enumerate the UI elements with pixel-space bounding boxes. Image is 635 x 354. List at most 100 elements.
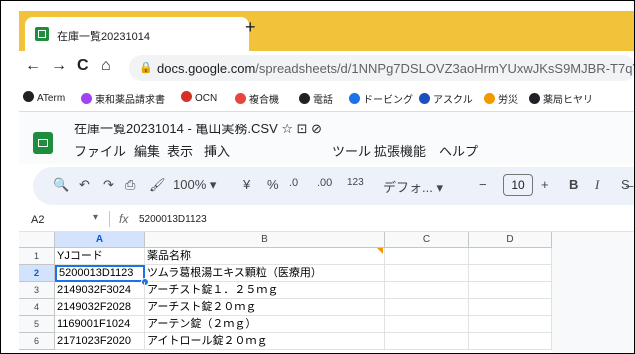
- formula-bar: A2 ▾ fx 5200013D1123: [19, 209, 634, 232]
- cell-b2[interactable]: ツムラ葛根湯エキス顆粒（医療用）: [145, 265, 385, 282]
- cell-a1[interactable]: YJコード: [55, 248, 145, 265]
- percent-button[interactable]: %: [267, 177, 279, 192]
- url-path: /spreadsheets/d/1NNPg7DSLOVZ3aoHrmYUxwJK…: [255, 61, 634, 76]
- bookmark-item[interactable]: 労災: [484, 91, 518, 106]
- name-box[interactable]: A2: [31, 214, 44, 226]
- formula-input[interactable]: 5200013D1123: [139, 214, 207, 225]
- bookmark-item[interactable]: ドービング: [349, 91, 413, 106]
- cell-b4[interactable]: アーチスト錠２０ｍｇ: [145, 299, 385, 316]
- paint-format-icon[interactable]: 🖌: [149, 177, 166, 193]
- address-bar[interactable]: 🔒 docs.google.com/spreadsheets/d/1NNPg7D…: [129, 55, 634, 81]
- sheets-logo-icon[interactable]: [33, 132, 53, 154]
- bookmark-item[interactable]: 電話: [299, 91, 333, 106]
- row-header[interactable]: 5: [19, 316, 55, 333]
- cell-a3[interactable]: 2149032F3024: [55, 282, 145, 299]
- bookmark-item[interactable]: 薬局ヒヤリ: [529, 91, 593, 106]
- browser-tab[interactable]: 在庫一覧20231014: [25, 17, 249, 51]
- row-header[interactable]: 6: [19, 333, 55, 350]
- bookmark-item[interactable]: アスクル: [419, 91, 473, 106]
- font-size-input[interactable]: 10: [503, 174, 533, 196]
- print-icon[interactable]: ⎙: [125, 177, 135, 193]
- cell-c6[interactable]: [385, 333, 469, 350]
- back-button[interactable]: ←: [25, 57, 41, 75]
- lock-icon: 🔒: [139, 62, 153, 74]
- cell-c1[interactable]: [385, 248, 469, 265]
- column-header-c[interactable]: C: [385, 232, 469, 248]
- row-header[interactable]: 2: [19, 265, 55, 282]
- row-header[interactable]: 3: [19, 282, 55, 299]
- undo-icon[interactable]: ↶: [79, 177, 90, 193]
- number-format-button[interactable]: 123: [347, 177, 364, 188]
- cell-a6[interactable]: 2171023F2020: [55, 333, 145, 350]
- cell-b3[interactable]: アーチスト錠１．２５ｍｇ: [145, 282, 385, 299]
- screenshot-frame: 在庫一覧20231014 + ← → C ⌂ 🔒 docs.google.com…: [0, 0, 635, 354]
- redo-icon[interactable]: ↷: [103, 177, 114, 193]
- cell-b5[interactable]: アーテン錠（２ｍｇ）: [145, 316, 385, 333]
- row-header[interactable]: 4: [19, 299, 55, 316]
- font-value: デフォ...: [383, 180, 433, 195]
- decrease-decimal-button[interactable]: .0: [289, 177, 298, 189]
- spreadsheet-grid: A B C D 1 YJコード 薬品名称 2 5200013D1123 ツムラ葛…: [19, 232, 634, 353]
- cell-c2[interactable]: [385, 265, 469, 282]
- column-header-d[interactable]: D: [469, 232, 552, 248]
- column-header-a[interactable]: A: [55, 232, 145, 248]
- cell-b6[interactable]: アイトロール錠２０ｍｇ: [145, 333, 385, 350]
- zoom-select[interactable]: 100% ▾: [173, 177, 216, 193]
- decrease-font-size-button[interactable]: −: [479, 177, 487, 192]
- home-button[interactable]: ⌂: [101, 57, 111, 75]
- bookmark-label: 電話: [313, 95, 333, 106]
- strikethrough-icon[interactable]: S̶: [621, 177, 630, 192]
- globe-icon: [529, 93, 540, 104]
- menu-tools[interactable]: ツール: [332, 141, 371, 160]
- chevron-down-icon: ▾: [436, 180, 443, 195]
- cell-d5[interactable]: [469, 316, 552, 333]
- cell-d3[interactable]: [469, 282, 552, 299]
- cell-a4[interactable]: 2149032F2028: [55, 299, 145, 316]
- bold-button[interactable]: B: [569, 177, 578, 192]
- cell-c4[interactable]: [385, 299, 469, 316]
- cell-d6[interactable]: [469, 333, 552, 350]
- select-all-corner[interactable]: [19, 232, 55, 248]
- cell-a2[interactable]: 5200013D1123: [55, 265, 145, 282]
- menu-extensions[interactable]: 拡張機能: [374, 141, 426, 160]
- cell-d1[interactable]: [469, 248, 552, 265]
- increase-font-size-button[interactable]: +: [541, 177, 549, 192]
- reload-button[interactable]: C: [77, 57, 89, 75]
- font-select[interactable]: デフォ... ▾: [383, 177, 443, 196]
- column-header-b[interactable]: B: [145, 232, 385, 248]
- increase-decimal-button[interactable]: .00: [317, 177, 332, 189]
- cell-c3[interactable]: [385, 282, 469, 299]
- menu-view[interactable]: 表示: [167, 141, 193, 160]
- url-text: docs.google.com/spreadsheets/d/1NNPg7DSL…: [157, 61, 634, 76]
- grid-gutter: [552, 232, 634, 353]
- menu-insert[interactable]: 挿入: [204, 141, 230, 160]
- cell-c5[interactable]: [385, 316, 469, 333]
- cell-d2[interactable]: [469, 265, 552, 282]
- search-icon[interactable]: 🔍: [53, 177, 69, 193]
- menu-file[interactable]: ファイル: [74, 141, 126, 160]
- bookmark-label: 労災: [498, 95, 518, 106]
- cell-d4[interactable]: [469, 299, 552, 316]
- divider: [109, 211, 110, 227]
- bookmark-favicon-icon: [349, 93, 360, 104]
- currency-button[interactable]: ¥: [243, 177, 250, 192]
- new-tab-button[interactable]: +: [245, 17, 256, 38]
- document-title[interactable]: 在庫一覧20231014 - 亀山実務.CSV ☆ ⊡ ⊘: [74, 124, 322, 137]
- browser-tab-strip: 在庫一覧20231014 +: [19, 11, 634, 51]
- bookmark-item[interactable]: 複合機: [235, 91, 279, 106]
- row-header[interactable]: 1: [19, 248, 55, 265]
- bookmark-item[interactable]: ATerm: [23, 91, 65, 104]
- sheets-favicon-icon: [35, 27, 49, 41]
- cell-a5[interactable]: 1169001F1024: [55, 316, 145, 333]
- globe-icon: [23, 91, 34, 102]
- italic-button[interactable]: I: [595, 177, 599, 193]
- cell-b1[interactable]: 薬品名称: [145, 248, 385, 265]
- forward-button[interactable]: →: [51, 57, 67, 75]
- bookmark-item[interactable]: OCN: [181, 91, 217, 104]
- menu-edit[interactable]: 編集: [134, 141, 160, 160]
- bookmark-favicon-icon: [81, 93, 92, 104]
- bookmark-item[interactable]: 東和薬品請求書: [81, 91, 165, 106]
- menu-help[interactable]: ヘルプ: [439, 141, 478, 160]
- chevron-down-icon[interactable]: ▾: [93, 212, 98, 223]
- url-host: docs.google.com: [157, 61, 256, 76]
